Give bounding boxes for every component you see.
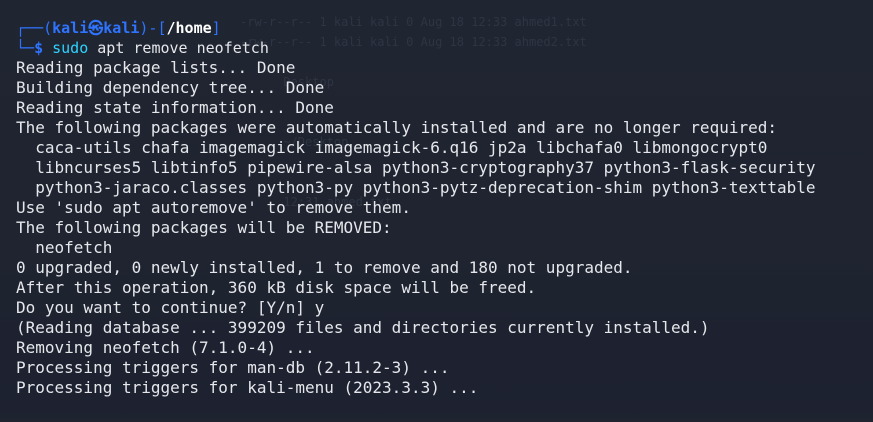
output-line: Do you want to continue? [Y/n] y	[16, 298, 325, 317]
terminal-content: ┌──( kali ㉿ kali )-[ /home ] └─ $ sudo a…	[16, 18, 866, 398]
prompt-header: ┌──( kali ㉿ kali )-[ /home ]	[16, 18, 866, 38]
prompt-symbol: ㉿	[88, 19, 104, 37]
output-line: caca-utils chafa imagemagick imagemagick…	[16, 138, 768, 157]
output-line: Reading package lists... Done	[16, 58, 296, 77]
output-line: The following packages were automaticall…	[16, 118, 777, 137]
command-sudo: sudo	[52, 39, 89, 57]
output-line: (Reading database ... 399209 files and d…	[16, 318, 710, 337]
bottom-fade	[0, 404, 873, 422]
prompt-user: kali	[52, 19, 89, 37]
prompt-path: /home	[166, 19, 212, 37]
prompt-close: ]	[211, 19, 221, 37]
output-line: Use 'sudo apt autoremove' to remove them…	[16, 198, 411, 217]
output-line: libncurses5 libtinfo5 pipewire-alsa pyth…	[16, 158, 816, 177]
output-line: The following packages will be REMOVED:	[16, 218, 392, 237]
output-line: Processing triggers for man-db (2.11.2-3…	[16, 358, 450, 377]
prompt-dollar: $	[34, 39, 44, 57]
output-line: Building dependency tree... Done	[16, 78, 325, 97]
prompt-host: kali	[103, 19, 140, 37]
output-line: After this operation, 360 kB disk space …	[16, 278, 537, 297]
output-line: Removing neofetch (7.1.0-4) ...	[16, 338, 315, 357]
command-line: └─ $ sudo apt remove neofetch	[16, 38, 866, 58]
output-line: Processing triggers for kali-menu (2023.…	[16, 378, 479, 397]
output-line: neofetch	[16, 238, 113, 257]
terminal-window[interactable]: -rw-r--r-- 1 kali kali 0 Aug 18 12:33 ah…	[0, 0, 873, 422]
prompt-separator: )-[	[139, 19, 167, 37]
prompt-arrow: └─	[16, 39, 35, 57]
output-line: python3-jaraco.classes python3-py python…	[16, 178, 816, 197]
prompt-corner: ┌──(	[16, 19, 53, 37]
command-text: apt remove neofetch	[88, 39, 269, 57]
output-line: 0 upgraded, 0 newly installed, 1 to remo…	[16, 258, 633, 277]
output-line: Reading state information... Done	[16, 98, 334, 117]
